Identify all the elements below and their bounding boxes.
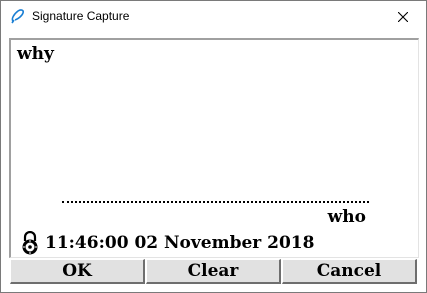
signer-name: who [327,207,366,227]
close-icon [397,7,409,26]
clear-button[interactable]: Clear [146,259,281,284]
timestamp: 11:46:00 02 November 2018 [45,233,315,253]
signature-capture-window: Signature Capture why who 11:46:00 02 No… [0,0,427,293]
window-title: Signature Capture [32,9,130,23]
signature-line [62,201,369,203]
cancel-button[interactable]: Cancel [282,259,417,284]
close-button[interactable] [380,1,426,31]
pen-icon [10,8,26,24]
lock-icon [20,230,40,255]
ok-button[interactable]: OK [10,259,145,284]
reason-text: why [17,44,54,64]
title-bar: Signature Capture [1,1,426,31]
signature-panel[interactable]: why who 11:46:00 02 November 2018 [9,38,419,258]
